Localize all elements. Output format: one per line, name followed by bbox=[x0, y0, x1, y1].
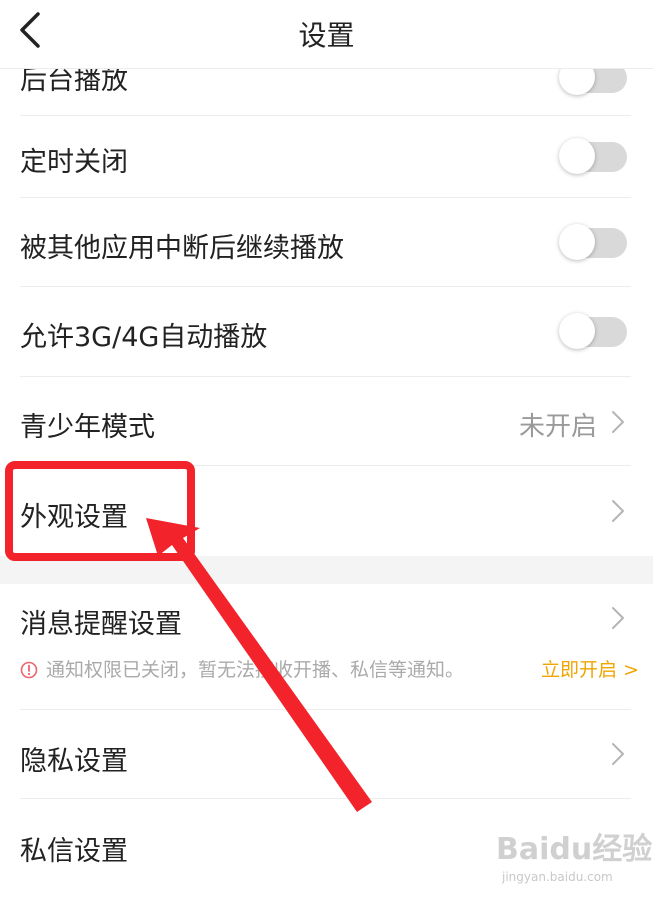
chevron-right-icon bbox=[612, 500, 624, 522]
setting-label: 允许3G/4G自动播放 bbox=[20, 322, 268, 353]
chevron-right-icon bbox=[612, 743, 624, 765]
chevron-right-icon bbox=[612, 411, 624, 433]
teen-mode-status: 未开启 bbox=[518, 412, 597, 442]
enable-now-link[interactable]: 立即开启 > bbox=[541, 655, 639, 682]
mobile-autoplay-toggle[interactable] bbox=[559, 313, 627, 349]
setting-row-timed-close[interactable]: 定时关闭 bbox=[0, 116, 653, 198]
notification-permission-notice: 通知权限已关闭，暂无法接收开播、私信等通知。 bbox=[20, 655, 464, 682]
setting-row-mobile-autoplay[interactable]: 允许3G/4G自动播放 bbox=[0, 287, 653, 377]
timed-close-toggle[interactable] bbox=[559, 138, 627, 174]
warning-circle-icon bbox=[20, 661, 38, 679]
setting-label: 外观设置 bbox=[20, 502, 128, 533]
watermark-url: jingyan.baidu.com bbox=[502, 870, 613, 884]
setting-label: 定时关闭 bbox=[20, 147, 128, 178]
setting-label: 青少年模式 bbox=[20, 412, 155, 443]
row-divider bbox=[20, 115, 631, 116]
setting-label: 隐私设置 bbox=[20, 746, 128, 777]
setting-row-teen-mode[interactable]: 青少年模式 未开启 bbox=[0, 377, 653, 466]
chevron-right-icon bbox=[612, 607, 624, 629]
setting-row-privacy[interactable]: 隐私设置 bbox=[0, 710, 653, 799]
setting-label: 私信设置 bbox=[20, 836, 128, 867]
watermark-logo: Baidu经验 bbox=[496, 832, 653, 867]
setting-row-notifications[interactable]: 消息提醒设置 bbox=[0, 584, 653, 710]
toggle-knob bbox=[559, 313, 595, 349]
continue-after-interrupt-toggle[interactable] bbox=[559, 224, 627, 260]
baidu-watermark: Baidu经验 jingyan.baidu.com bbox=[496, 824, 652, 884]
setting-label: 消息提醒设置 bbox=[20, 609, 182, 640]
setting-label: 被其他应用中断后继续播放 bbox=[20, 233, 344, 264]
top-bar: 设置 bbox=[0, 0, 653, 69]
page-title: 设置 bbox=[298, 19, 355, 52]
toggle-knob bbox=[559, 138, 595, 174]
section-separator bbox=[0, 556, 653, 584]
setting-row-appearance[interactable]: 外观设置 bbox=[0, 466, 653, 556]
toggle-knob bbox=[559, 224, 595, 260]
notice-text: 通知权限已关闭，暂无法接收开播、私信等通知。 bbox=[46, 659, 465, 681]
setting-row-continue-after-interrupt[interactable]: 被其他应用中断后继续播放 bbox=[0, 198, 653, 287]
